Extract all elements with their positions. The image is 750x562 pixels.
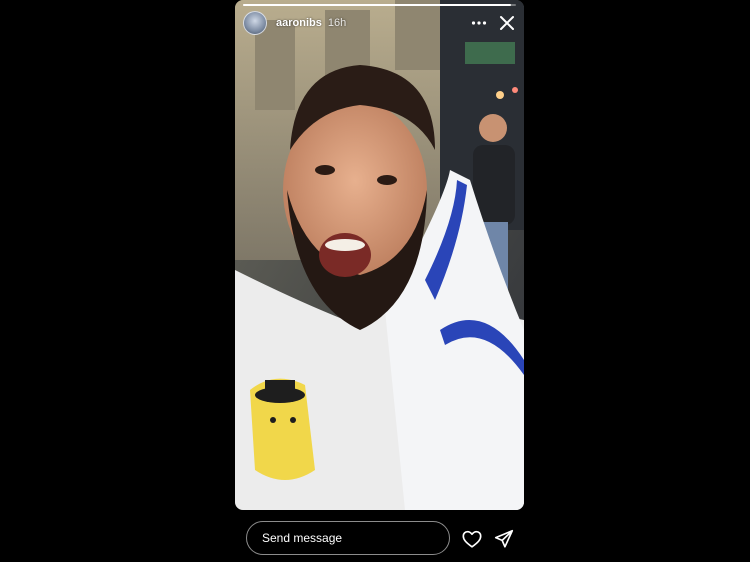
story-timestamp: 16h: [327, 17, 347, 29]
heart-icon[interactable]: [461, 528, 483, 550]
story-header: aaronibs 16h: [243, 11, 518, 35]
send-message-input[interactable]: Send message: [246, 521, 450, 555]
story-progress-bar: [243, 4, 516, 6]
avatar[interactable]: [243, 11, 267, 35]
story-viewer: aaronibs 16h Send message: [0, 0, 750, 562]
send-message-placeholder: Send message: [262, 531, 343, 545]
story-username[interactable]: aaronibs: [276, 17, 322, 29]
send-icon[interactable]: [493, 528, 515, 550]
story-media: [235, 0, 524, 510]
close-icon[interactable]: [496, 12, 518, 34]
story-progress-fill: [243, 4, 511, 6]
story-frame[interactable]: aaronibs 16h: [235, 0, 524, 510]
more-horizontal-icon[interactable]: [468, 12, 490, 34]
